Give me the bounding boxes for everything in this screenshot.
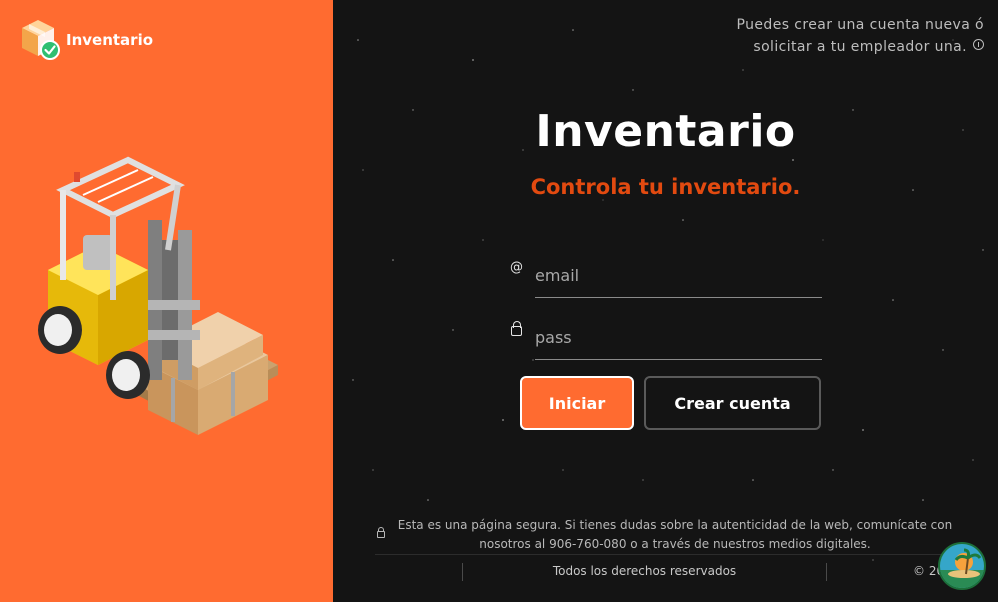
page-title: Inventario [535,106,796,157]
account-info-note: Puedes crear una cuenta nueva ó solicita… [684,14,984,58]
rights-reserved-text: Todos los derechos reservados [552,564,737,578]
island-avatar-icon[interactable] [938,542,986,590]
secure-page-note: Esta es una página segura. Si tienes dud… [375,516,975,554]
footer-divider [375,554,975,555]
secure-note-line1: Esta es una página segura. Si tienes dud… [397,518,953,532]
account-info-line1: Puedes crear una cuenta nueva ó [736,17,984,33]
left-panel: Inventario [0,0,333,602]
create-account-button[interactable]: Crear cuenta [644,376,821,430]
footer-separator-right [826,563,827,581]
login-button[interactable]: Iniciar [520,376,634,430]
email-input[interactable] [535,254,822,297]
forklift-illustration [28,150,308,450]
lock-icon [511,321,522,336]
brand-logo[interactable]: Inventario [18,18,153,62]
at-icon: @ [510,260,523,275]
info-icon[interactable] [973,39,984,50]
pass-field-wrapper [511,316,822,360]
account-info-line2: solicitar a tu empleador una. [753,39,967,55]
right-panel: Puedes crear una cuenta nueva ó solicita… [333,0,998,602]
brand-name: Inventario [66,31,154,49]
box-check-icon [18,18,62,62]
secure-note-line2: nosotros al 906-760-080 o a través de nu… [479,537,871,551]
pass-input[interactable] [535,316,822,359]
starfield-background [352,29,984,561]
page-subtitle: Controla tu inventario. [530,175,801,199]
email-field-wrapper: @ [510,254,822,298]
